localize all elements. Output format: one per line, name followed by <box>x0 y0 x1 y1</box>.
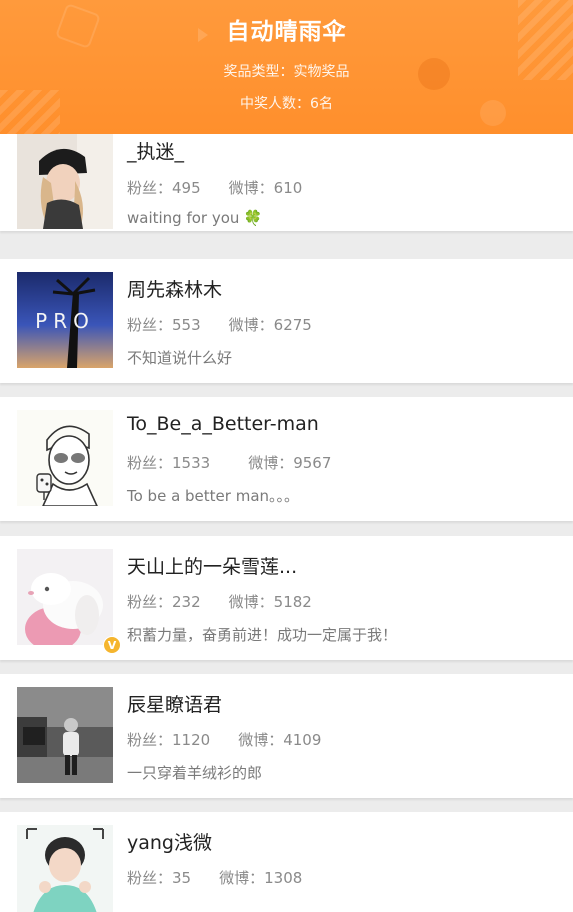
weibo-label: 微博： <box>228 179 274 197</box>
fans-count: 1533 <box>172 454 211 472</box>
weibo-label: 微博： <box>228 316 274 334</box>
fans-label: 粉丝： <box>127 593 173 611</box>
fans-count: 553 <box>172 316 201 334</box>
user-avatar[interactable]: PRO <box>17 272 113 368</box>
weibo-label: 微博： <box>238 731 284 749</box>
fans-label: 粉丝： <box>127 179 173 197</box>
user-stats: 粉丝：232 微博：5182 <box>127 591 312 612</box>
user-bio: 一只穿着羊绒衫的郎 <box>127 764 263 782</box>
user-avatar[interactable] <box>17 133 113 229</box>
user-name[interactable]: To_Be_a_Better-man <box>127 413 319 435</box>
fans-label: 粉丝： <box>127 731 173 749</box>
clover-icon: 🍀 <box>243 209 263 227</box>
prize-header: 自动晴雨伞 奖品类型：实物奖品 中奖人数：6名 <box>0 0 573 134</box>
user-bio: To be a better man。。。 <box>127 487 300 505</box>
weibo-count: 610 <box>273 179 303 197</box>
user-bio: waiting for you 🍀 <box>127 209 262 227</box>
user-stats: 粉丝：35 微博：1308 <box>127 867 302 888</box>
user-avatar[interactable] <box>17 549 113 645</box>
fans-count: 1120 <box>172 731 211 749</box>
winner-card[interactable]: V 天山上的一朵雪莲... 粉丝：232 微博：5182 积蓄力量，奋勇前进！成功… <box>0 536 573 660</box>
user-stats: 粉丝：1120 微博：4109 <box>127 729 321 750</box>
weibo-count: 9567 <box>293 454 332 472</box>
weibo-count: 5182 <box>273 593 312 611</box>
prize-winners-page: _执迷_ 粉丝：495微博：610 waiting for you🍀 PRO <box>0 0 573 912</box>
user-avatar[interactable] <box>17 687 113 783</box>
user-bio: 不知道说什么好 <box>127 349 233 367</box>
user-stats: 粉丝：1533 微博：9567 <box>127 452 331 473</box>
fans-count: 232 <box>172 593 201 611</box>
user-stats: 粉丝：495 微博：610 <box>127 177 302 198</box>
weibo-label: 微博： <box>219 869 265 887</box>
weibo-count: 4109 <box>283 731 322 749</box>
weibo-count: 6275 <box>273 316 312 334</box>
weibo-label: 微博： <box>248 454 294 472</box>
winner-count: 中奖人数：6名 <box>240 96 333 112</box>
weibo-label: 微博： <box>228 593 274 611</box>
fans-count: 35 <box>172 869 192 887</box>
avatar-pro-text: PRO <box>35 309 95 333</box>
winner-card[interactable]: 辰星瞭语君 粉丝：1120 微博：4109 一只穿着羊绒衫的郎 <box>0 674 573 798</box>
bio-text: waiting for you <box>127 209 240 227</box>
winner-card[interactable]: PRO 周先森林木 粉丝：553 微博：6275 不知道说什么好 <box>0 259 573 383</box>
fans-count: 495 <box>172 179 201 197</box>
user-avatar[interactable] <box>17 825 113 912</box>
user-avatar[interactable] <box>17 410 113 506</box>
user-stats: 粉丝：553 微博：6275 <box>127 314 312 335</box>
user-name[interactable]: yang浅微 <box>127 828 212 855</box>
prize-title: 自动晴雨伞 <box>226 19 347 45</box>
prize-type: 奖品类型：实物奖品 <box>223 64 350 80</box>
user-name[interactable]: 天山上的一朵雪莲... <box>127 552 297 579</box>
user-name[interactable]: 周先森林木 <box>127 275 222 302</box>
user-name[interactable]: 辰星瞭语君 <box>127 690 222 717</box>
user-bio: 积蓄力量，奋勇前进！成功一定属于我！ <box>127 626 398 644</box>
weibo-count: 1308 <box>264 869 303 887</box>
verified-badge-icon: V <box>103 636 121 654</box>
fans-label: 粉丝： <box>127 454 173 472</box>
user-name[interactable]: _执迷_ <box>127 137 184 164</box>
winner-card[interactable]: yang浅微 粉丝：35 微博：1308 <box>0 812 573 912</box>
fans-label: 粉丝： <box>127 316 173 334</box>
fans-label: 粉丝： <box>127 869 173 887</box>
winner-card[interactable]: To_Be_a_Better-man 粉丝：1533 微博：9567 To be … <box>0 397 573 521</box>
